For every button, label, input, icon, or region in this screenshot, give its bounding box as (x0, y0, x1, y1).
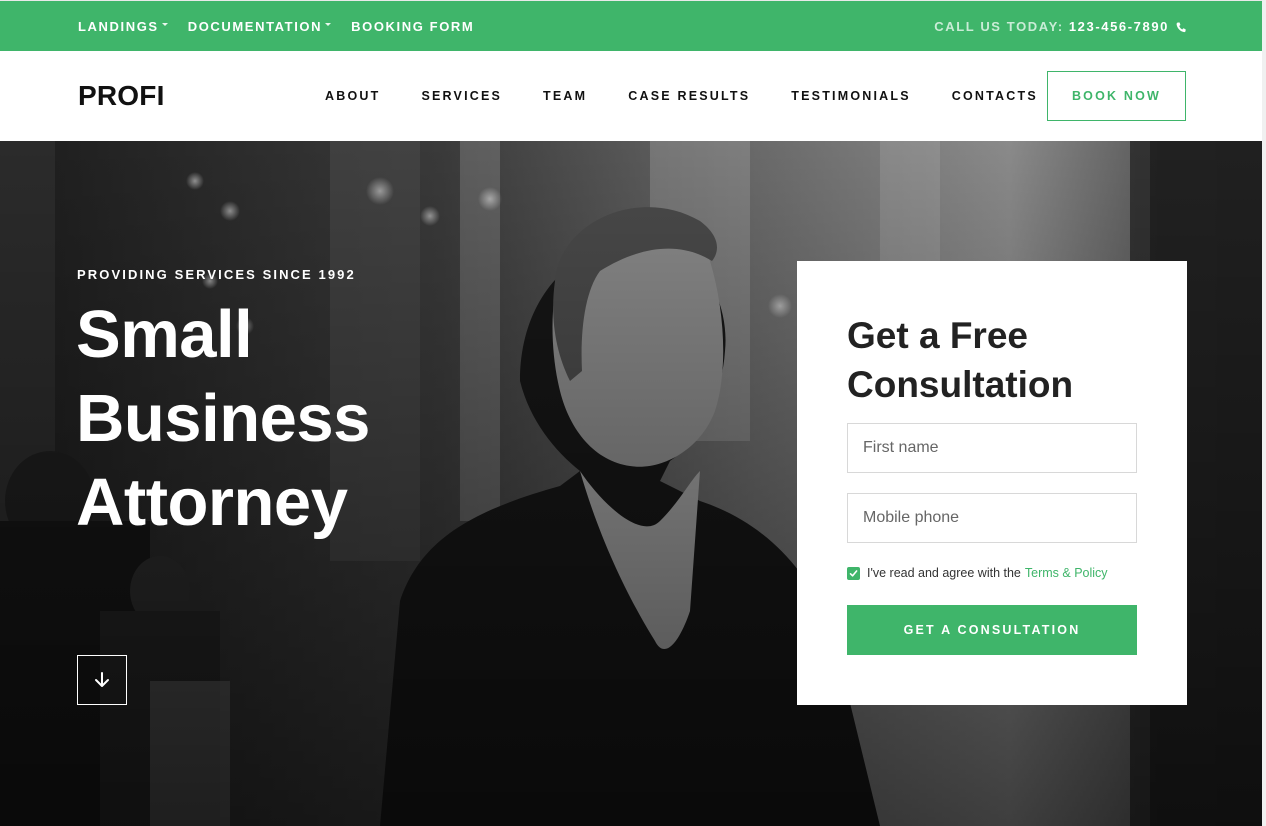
headline-line: Business (76, 381, 370, 456)
scroll-down-button[interactable] (77, 655, 127, 705)
call-us: CALL US TODAY: 123-456-7890 (934, 1, 1186, 52)
hero-section: PROVIDING SERVICES SINCE 1992 Small Busi… (0, 141, 1262, 826)
agree-text: I've read and agree with the (867, 566, 1021, 580)
headline-line: Attorney (76, 465, 348, 540)
logo[interactable]: PROFI (78, 80, 165, 112)
first-name-input[interactable] (847, 423, 1137, 473)
phone-icon (1176, 21, 1186, 33)
nav-testimonials[interactable]: TESTIMONIALS (791, 89, 910, 103)
arrow-down-icon (95, 672, 109, 687)
terms-policy-link[interactable]: Terms & Policy (1025, 566, 1108, 580)
main-nav: ABOUT SERVICES TEAM CASE RESULTS TESTIMO… (325, 51, 1038, 141)
checkmark-icon (849, 569, 858, 577)
consultation-form-card: Get a Free Consultation I've read and ag… (797, 261, 1187, 705)
mobile-phone-input[interactable] (847, 493, 1137, 543)
form-title: Get a Free Consultation (847, 311, 1147, 409)
top-bar: LANDINGS DOCUMENTATION BOOKING FORM CALL… (0, 0, 1262, 51)
hero-headline: Small Business Attorney (76, 293, 456, 545)
get-consultation-button[interactable]: GET A CONSULTATION (847, 605, 1137, 655)
hero-tagline: PROVIDING SERVICES SINCE 1992 (77, 267, 356, 282)
main-header: PROFI ABOUT SERVICES TEAM CASE RESULTS T… (0, 51, 1262, 141)
nav-about[interactable]: ABOUT (325, 89, 380, 103)
top-link-label: LANDINGS (78, 19, 159, 34)
call-number[interactable]: 123-456-7890 (1069, 19, 1169, 34)
chevron-down-icon (161, 22, 168, 26)
call-label: CALL US TODAY: (934, 19, 1064, 34)
chevron-down-icon (325, 22, 332, 26)
window-scrollbar[interactable] (1262, 0, 1266, 826)
top-link-label: BOOKING FORM (351, 19, 475, 34)
nav-services[interactable]: SERVICES (421, 89, 502, 103)
form-title-line: Get a Free (847, 315, 1028, 356)
top-nav: LANDINGS DOCUMENTATION BOOKING FORM (78, 1, 494, 52)
book-now-button[interactable]: BOOK NOW (1047, 71, 1186, 121)
agree-terms: I've read and agree with the Terms & Pol… (847, 566, 1108, 580)
agree-checkbox[interactable] (847, 566, 860, 580)
nav-team[interactable]: TEAM (543, 89, 587, 103)
nav-case-results[interactable]: CASE RESULTS (628, 89, 750, 103)
top-link-landings[interactable]: LANDINGS (78, 19, 168, 34)
headline-line: Small (76, 297, 253, 372)
nav-contacts[interactable]: CONTACTS (952, 89, 1038, 103)
form-title-line: Consultation (847, 364, 1074, 405)
top-link-label: DOCUMENTATION (187, 19, 323, 34)
top-link-documentation[interactable]: DOCUMENTATION (187, 19, 332, 34)
top-link-booking-form[interactable]: BOOKING FORM (351, 19, 474, 34)
